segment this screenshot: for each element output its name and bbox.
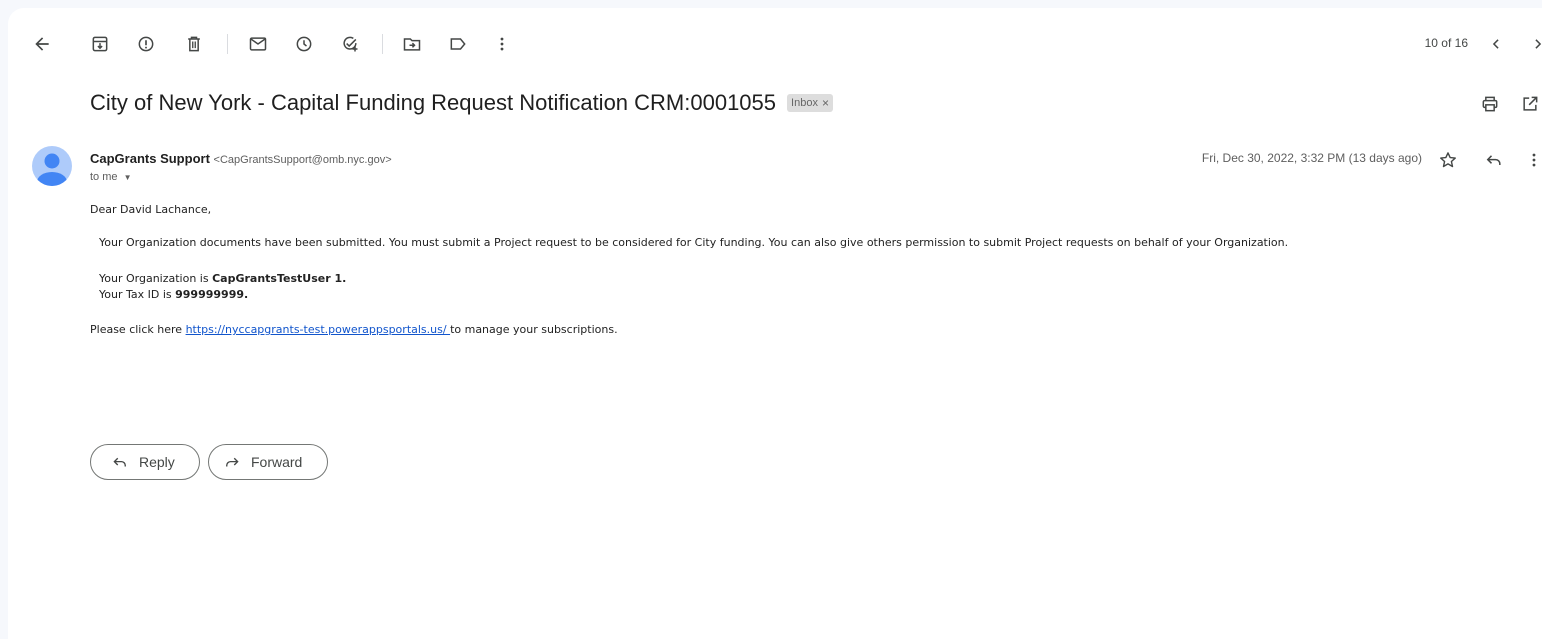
sender-name[interactable]: CapGrants Support <box>90 151 210 166</box>
body-paragraph: Your Organization documents have been su… <box>99 236 1289 249</box>
tax-id-value: 999999999. <box>175 288 249 301</box>
star-icon <box>1440 152 1456 168</box>
email-toolbar: 10 of 16 <box>8 30 1542 58</box>
reply-label: Reply <box>139 454 175 470</box>
forward-button[interactable]: Forward <box>208 444 328 480</box>
email-date: Fri, Dec 30, 2022, 3:32 PM (13 days ago) <box>1201 151 1422 165</box>
open-new-window-button[interactable] <box>1518 92 1542 116</box>
snooze-button[interactable] <box>290 30 318 58</box>
open-in-new-window-icon <box>1523 96 1538 111</box>
reply-icon <box>1486 155 1501 165</box>
back-button[interactable] <box>28 30 56 58</box>
print-button[interactable] <box>1478 92 1502 116</box>
report-spam-button[interactable] <box>132 30 160 58</box>
report-spam-icon <box>138 36 154 52</box>
more-options-button[interactable] <box>488 30 516 58</box>
delete-icon <box>188 36 200 52</box>
mark-unread-button[interactable] <box>244 30 272 58</box>
archive-button[interactable] <box>86 30 114 58</box>
delete-button[interactable] <box>180 30 208 58</box>
forward-icon <box>226 457 239 467</box>
mark-unread-icon <box>249 37 267 51</box>
snooze-icon <box>296 36 312 52</box>
greeting: Dear David Lachance, <box>90 203 212 216</box>
caret-down-icon: ▼ <box>123 173 132 182</box>
reply-icon <box>113 457 126 467</box>
recipient-details-toggle[interactable]: to me ▼ <box>90 171 132 183</box>
sender-email: <CapGrantsSupport@omb.nyc.gov> <box>213 154 392 166</box>
reply-icon-button[interactable] <box>1482 148 1506 172</box>
sender-avatar[interactable] <box>32 146 72 186</box>
labels-icon <box>450 38 466 50</box>
chevron-right-icon <box>1535 39 1542 49</box>
toolbar-divider <box>382 34 383 54</box>
toolbar-divider <box>227 34 228 54</box>
print-icon <box>1482 96 1498 112</box>
label-text: Inbox <box>791 97 818 109</box>
back-arrow-icon <box>35 37 49 51</box>
chevron-left-icon <box>1492 39 1499 49</box>
recipient-text: to me <box>90 171 118 183</box>
reply-button[interactable]: Reply <box>90 444 200 480</box>
sender-line: CapGrants Support <CapGrantsSupport@omb.… <box>90 151 392 166</box>
older-button[interactable] <box>1524 30 1542 58</box>
move-to-button[interactable] <box>398 30 426 58</box>
move-to-icon <box>403 38 421 51</box>
portal-link[interactable]: https://nyccapgrants-test.powerappsporta… <box>186 323 451 336</box>
more-vertical-icon <box>500 37 504 51</box>
star-button[interactable] <box>1436 148 1460 172</box>
add-to-tasks-icon <box>343 36 358 52</box>
subject-text: City of New York - Capital Funding Reque… <box>90 90 777 115</box>
add-to-tasks-button[interactable] <box>336 30 364 58</box>
more-vertical-icon <box>1532 153 1536 167</box>
email-body: Dear David Lachance, Your Organization d… <box>90 202 1288 338</box>
newer-button[interactable] <box>1482 30 1510 58</box>
person-icon <box>37 153 67 186</box>
inbox-label-chip: Inbox × <box>787 94 833 112</box>
remove-label-button[interactable]: × <box>822 95 829 111</box>
message-more-button[interactable] <box>1522 148 1542 172</box>
archive-icon <box>92 36 108 52</box>
labels-button[interactable] <box>444 30 472 58</box>
message-counter: 10 of 16 <box>1424 36 1468 50</box>
forward-label: Forward <box>251 454 303 470</box>
subscription-line: Please click here https://nyccapgrants-t… <box>90 323 618 336</box>
organization-name: CapGrantsTestUser 1. <box>212 272 347 285</box>
tax-id-line: Your Tax ID is 999999999. <box>99 288 249 301</box>
organization-line: Your Organization is CapGrantsTestUser 1… <box>99 272 347 285</box>
email-subject: City of New York - Capital Funding Reque… <box>90 90 833 116</box>
email-view-panel: 10 of 16 City of New York - Capital Fund… <box>8 8 1542 639</box>
